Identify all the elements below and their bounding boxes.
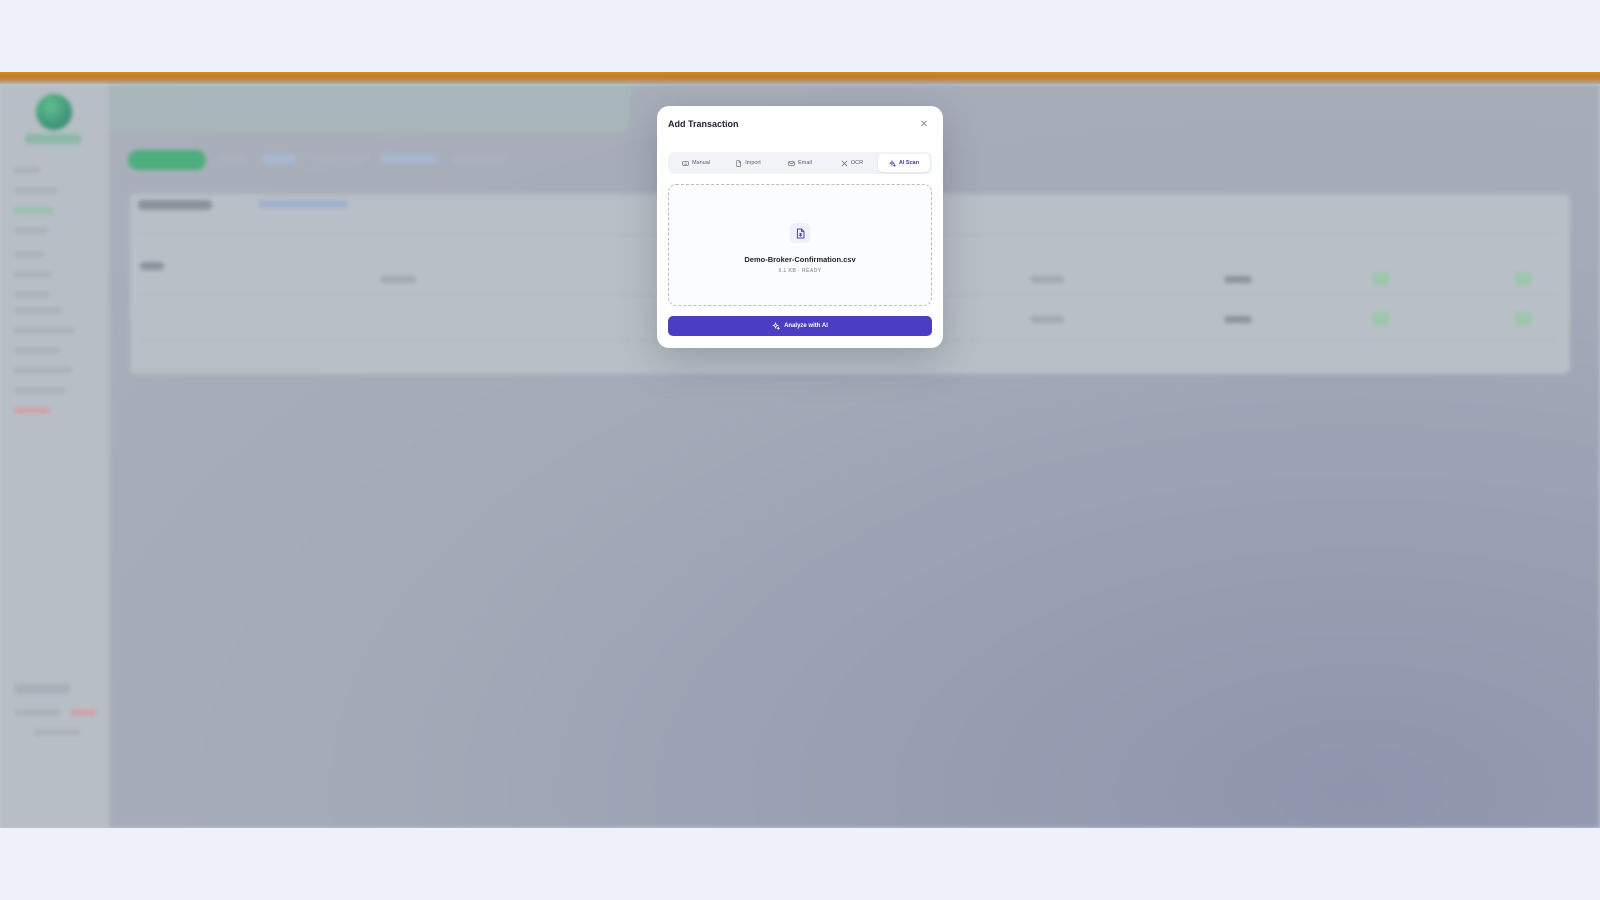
sidebar-item bbox=[14, 188, 58, 193]
sidebar-item bbox=[14, 308, 62, 313]
file-icon bbox=[736, 159, 742, 167]
blurred-cell bbox=[1030, 316, 1064, 323]
tab-ai-scan[interactable]: AI Scan bbox=[878, 154, 930, 172]
file-status: 0.1 KB · READY bbox=[778, 268, 822, 274]
input-method-tabs: Manual Import Email OCR AI Scan bbox=[668, 152, 932, 174]
sidebar-item bbox=[14, 292, 50, 297]
app-logo-text bbox=[25, 134, 81, 144]
sidebar-item bbox=[14, 388, 66, 393]
blurred-cell bbox=[1372, 272, 1390, 286]
blurred-sidebar bbox=[0, 84, 110, 828]
document-icon bbox=[790, 223, 810, 243]
tab-label: Import bbox=[745, 160, 761, 166]
tab-label: AI Scan bbox=[898, 160, 920, 166]
scan-icon bbox=[841, 160, 848, 166]
analyze-button-label: Analyze with AI bbox=[784, 323, 828, 329]
file-name: Demo-Broker-Confirmation.csv bbox=[744, 255, 856, 264]
modal-title: Add Transaction bbox=[668, 119, 739, 129]
sidebar-item bbox=[14, 408, 50, 413]
blurred-cell bbox=[380, 276, 416, 283]
tab-label: Email bbox=[798, 160, 812, 166]
sidebar-footer bbox=[70, 710, 96, 715]
sidebar-item bbox=[14, 168, 40, 173]
blurred-cell bbox=[1372, 312, 1390, 326]
analyze-with-ai-button[interactable]: Analyze with AI bbox=[668, 316, 932, 336]
blurred-primary-button bbox=[128, 150, 206, 170]
tab-ocr[interactable]: OCR bbox=[826, 154, 878, 172]
tab-manual[interactable]: Manual bbox=[670, 154, 722, 172]
blurred-cell bbox=[140, 262, 164, 270]
top-accent-bar bbox=[0, 72, 1600, 84]
sidebar-footer bbox=[14, 710, 60, 715]
tab-label: Manual bbox=[691, 160, 711, 166]
sparkles-icon bbox=[772, 322, 781, 330]
sidebar-footer bbox=[14, 684, 70, 694]
app-logo bbox=[36, 94, 72, 130]
keyboard-icon bbox=[682, 160, 689, 166]
sidebar-item bbox=[14, 228, 48, 233]
tab-import[interactable]: Import bbox=[722, 154, 774, 172]
sidebar-item bbox=[14, 252, 44, 257]
sidebar-item bbox=[14, 328, 74, 333]
file-dropzone[interactable]: Demo-Broker-Confirmation.csv 0.1 KB · RE… bbox=[668, 184, 932, 306]
blurred-cell bbox=[1224, 316, 1252, 323]
blurred-filter bbox=[262, 154, 296, 164]
blurred-filter bbox=[452, 154, 506, 164]
add-transaction-modal: Add Transaction ✕ Manual Import Email OC… bbox=[657, 106, 943, 348]
sidebar-item bbox=[14, 368, 72, 373]
blurred-link bbox=[258, 200, 348, 208]
blurred-cell bbox=[1030, 276, 1064, 283]
tab-email[interactable]: Email bbox=[774, 154, 826, 172]
sidebar-item bbox=[14, 348, 60, 353]
blurred-filter bbox=[380, 154, 438, 164]
close-icon[interactable]: ✕ bbox=[918, 119, 930, 131]
sparkles-icon bbox=[888, 159, 896, 167]
sidebar-item bbox=[14, 208, 54, 213]
blurred-cell bbox=[1514, 272, 1532, 286]
blurred-heading bbox=[138, 200, 212, 210]
blurred-cell bbox=[1514, 312, 1532, 326]
sidebar-footer bbox=[34, 730, 80, 735]
blurred-cell bbox=[1224, 276, 1252, 283]
blurred-topbar bbox=[110, 84, 630, 132]
mail-icon bbox=[788, 160, 795, 166]
sidebar-item bbox=[14, 272, 52, 277]
blurred-filter bbox=[310, 154, 366, 164]
tab-label: OCR bbox=[850, 160, 864, 166]
blurred-filter bbox=[216, 154, 246, 164]
